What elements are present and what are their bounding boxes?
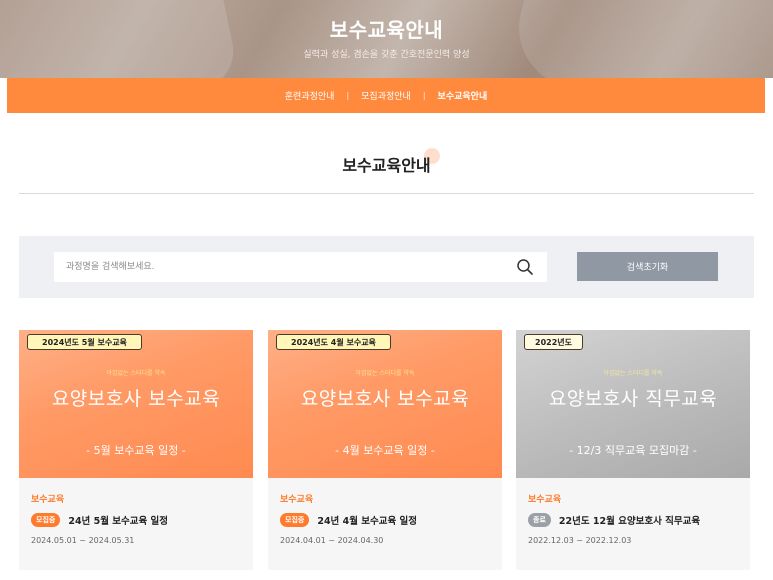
status-badge: 모집중 bbox=[280, 513, 310, 527]
course-tagline: 아낌없는 스터디를 약속 bbox=[106, 370, 166, 377]
course-thumbnail[interactable]: 2022년도 아낌없는 스터디를 약속 요양보호사 직무교육 - 12/3 직무… bbox=[516, 330, 750, 478]
course-card[interactable]: 2024년도 5월 보수교육 아낌없는 스터디를 약속 요양보호사 보수교육 -… bbox=[19, 330, 253, 570]
nav-separator: | bbox=[346, 91, 350, 100]
course-banner-subtitle: - 5월 보수교육 일정 - bbox=[86, 444, 186, 457]
search-icon[interactable] bbox=[516, 258, 534, 276]
course-status-row: 종료 22년도 12월 요양보호사 직무교육 bbox=[528, 513, 700, 527]
course-banner-subtitle: - 4월 보수교육 일정 - bbox=[335, 444, 435, 457]
course-title[interactable]: 24년 4월 보수교육 일정 bbox=[317, 513, 417, 527]
course-thumbnail[interactable]: 2024년도 5월 보수교육 아낌없는 스터디를 약속 요양보호사 보수교육 -… bbox=[19, 330, 253, 478]
search-panel: 검색초기화 bbox=[19, 236, 754, 298]
course-card[interactable]: 2024년도 4월 보수교육 아낌없는 스터디를 약속 요양보호사 보수교육 -… bbox=[268, 330, 502, 570]
search-input[interactable] bbox=[66, 252, 506, 282]
divider bbox=[19, 193, 754, 194]
course-title[interactable]: 24년 5월 보수교육 일정 bbox=[68, 513, 168, 527]
hero-title: 보수교육안내 bbox=[329, 18, 444, 42]
course-title[interactable]: 22년도 12월 요양보호사 직무교육 bbox=[559, 513, 700, 527]
course-tagline: 아낌없는 스터디를 약속 bbox=[603, 370, 663, 377]
course-card[interactable]: 2022년도 아낌없는 스터디를 약속 요양보호사 직무교육 - 12/3 직무… bbox=[516, 330, 750, 570]
course-category: 보수교육 bbox=[31, 495, 65, 505]
course-banner-subtitle: - 12/3 직무교육 모집마감 - bbox=[569, 444, 697, 457]
hero-banner: 보수교육안내 실력과 성실, 겸손을 갖춘 간호전문인력 양성 bbox=[0, 0, 773, 78]
nav-separator: | bbox=[422, 91, 426, 100]
course-category: 보수교육 bbox=[528, 495, 562, 505]
nav-item-training[interactable]: 훈련과정안내 bbox=[285, 89, 335, 102]
course-banner-title: 요양보호사 직무교육 bbox=[548, 388, 718, 410]
course-dates: 2022.12.03 ~ 2022.12.03 bbox=[528, 536, 632, 545]
search-reset-button[interactable]: 검색초기화 bbox=[577, 252, 718, 281]
course-dates: 2024.05.01 ~ 2024.05.31 bbox=[31, 536, 135, 545]
course-banner-title: 요양보호사 보수교육 bbox=[300, 388, 470, 410]
course-status-row: 모집중 24년 4월 보수교육 일정 bbox=[280, 513, 417, 527]
course-tag: 2022년도 bbox=[524, 334, 583, 350]
course-category: 보수교육 bbox=[280, 495, 314, 505]
course-tagline: 아낌없는 스터디를 약속 bbox=[355, 370, 415, 377]
page-title: 보수교육안내 bbox=[342, 156, 431, 175]
course-thumbnail[interactable]: 2024년도 4월 보수교육 아낌없는 스터디를 약속 요양보호사 보수교육 -… bbox=[268, 330, 502, 478]
course-tag: 2024년도 5월 보수교육 bbox=[27, 334, 142, 350]
sub-nav: 훈련과정안내 | 모집과정안내 | 보수교육안내 bbox=[7, 78, 765, 113]
nav-item-recruitment[interactable]: 모집과정안내 bbox=[361, 89, 411, 102]
nav-item-refresher-education[interactable]: 보수교육안내 bbox=[438, 89, 488, 102]
search-box bbox=[54, 252, 547, 282]
course-banner-title: 요양보호사 보수교육 bbox=[51, 388, 221, 410]
course-dates: 2024.04.01 ~ 2024.04.30 bbox=[280, 536, 384, 545]
status-badge: 종료 bbox=[528, 513, 551, 527]
status-badge: 모집중 bbox=[31, 513, 61, 527]
course-tag: 2024년도 4월 보수교육 bbox=[276, 334, 391, 350]
course-status-row: 모집중 24년 5월 보수교육 일정 bbox=[31, 513, 168, 527]
hero-subtitle: 실력과 성실, 겸손을 갖춘 간호전문인력 양성 bbox=[303, 50, 470, 60]
